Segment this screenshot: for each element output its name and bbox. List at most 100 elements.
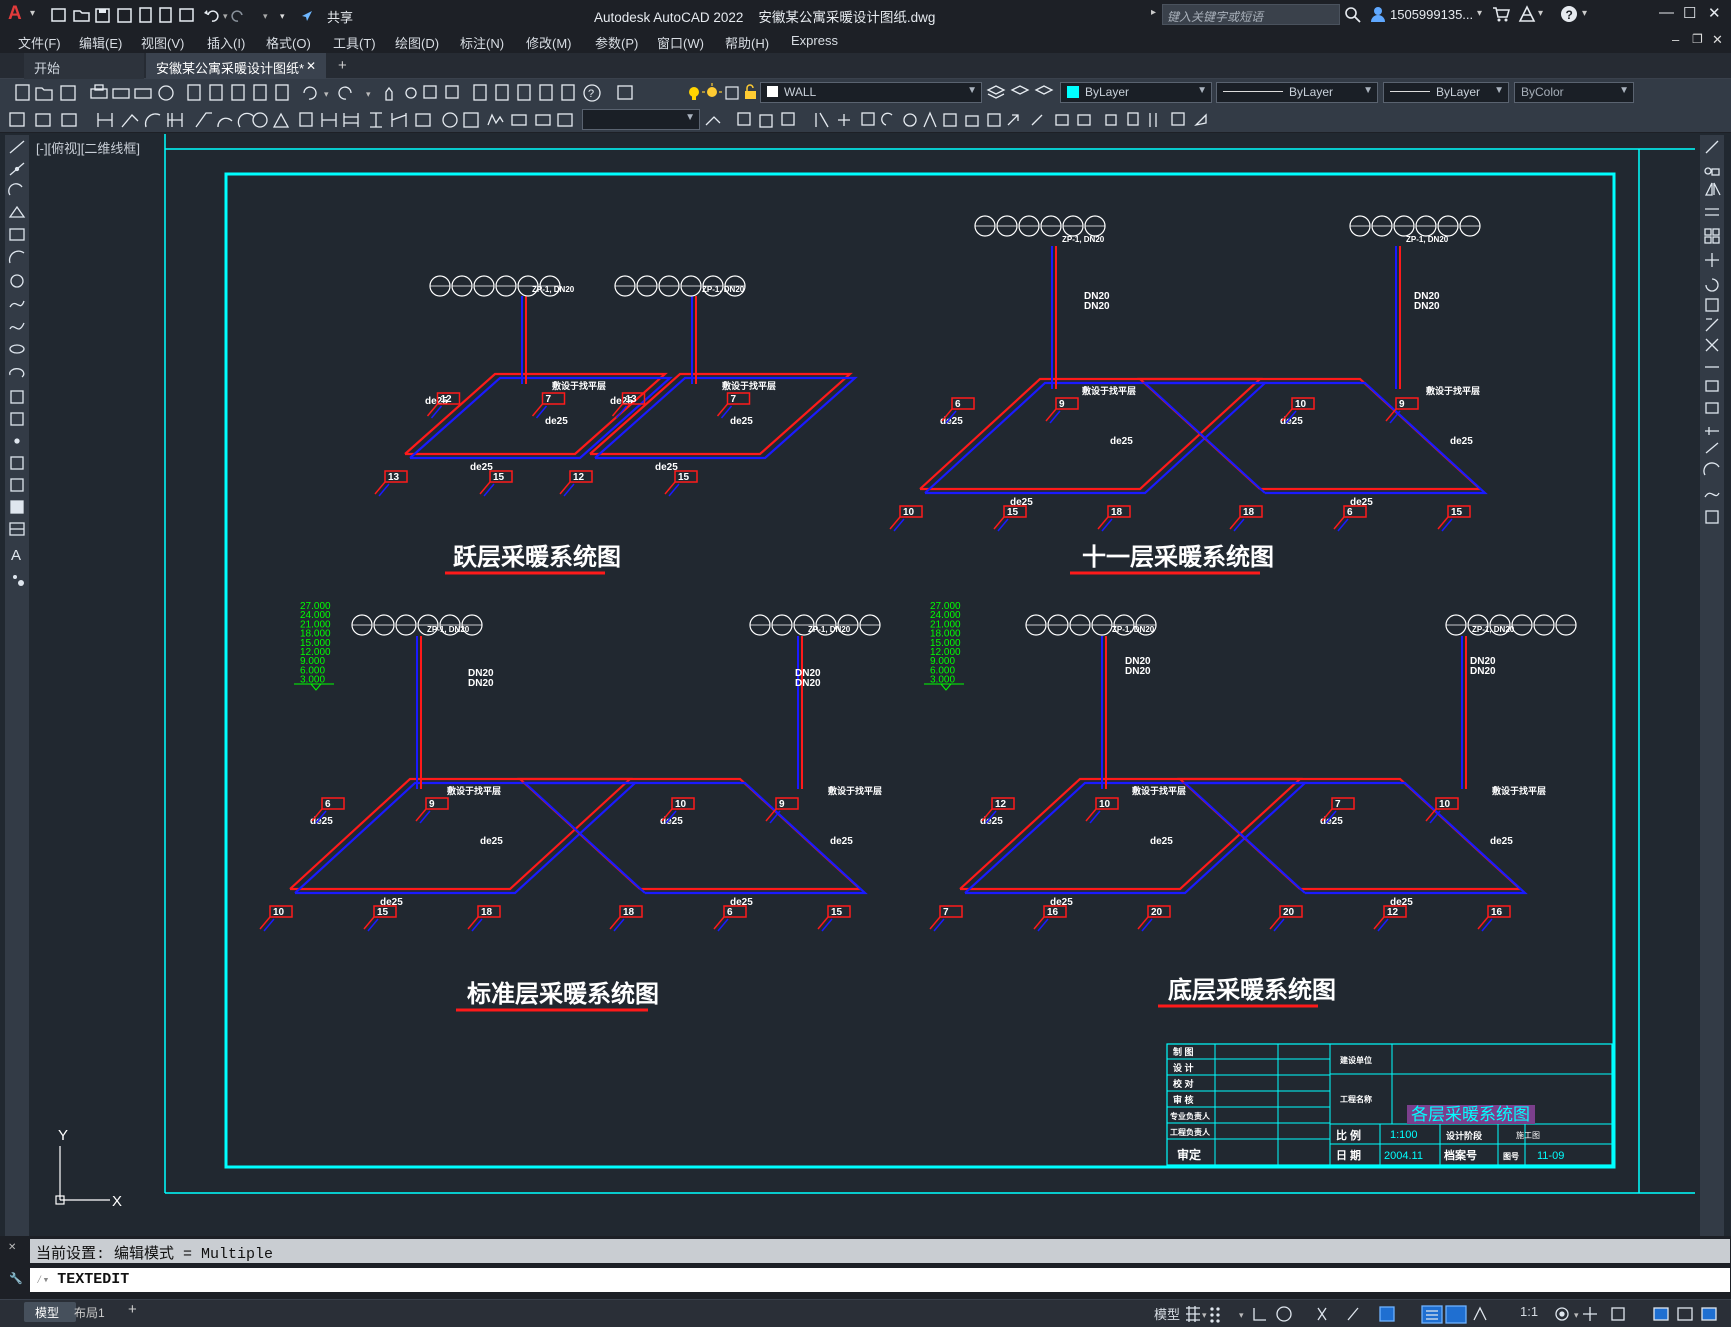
- menu-modify[interactable]: 修改(M): [526, 33, 572, 52]
- lineweight-dropdown[interactable]: ByLayer ▼: [1383, 82, 1509, 103]
- command-close-icon[interactable]: ✕: [8, 1242, 16, 1253]
- title-bottom-left: 标准层采暖系统图: [467, 980, 659, 1008]
- radiator-branch: [1389, 410, 1401, 424]
- layer-dropdown[interactable]: WALL ▼: [760, 82, 982, 103]
- doc-close-button[interactable]: ✕: [1712, 32, 1723, 48]
- modify-tool-icons[interactable]: [1700, 135, 1724, 535]
- plotstyle-dropdown[interactable]: ByColor ▼: [1514, 82, 1634, 103]
- tb-client-label: 建设单位: [1339, 1055, 1372, 1065]
- menu-edit[interactable]: 编辑(E): [79, 33, 122, 52]
- layer-tools-icons[interactable]: [984, 82, 1056, 103]
- help-chevron-icon[interactable]: ▾: [1582, 8, 1587, 19]
- user-icon[interactable]: [1370, 6, 1386, 22]
- pipe-label: de25: [940, 416, 963, 427]
- doc-restore-button[interactable]: ❐: [1692, 32, 1703, 46]
- dimstyle-dropdown[interactable]: ▼: [582, 109, 700, 130]
- tab-start[interactable]: 开始: [24, 53, 144, 79]
- menu-express[interactable]: Express: [791, 33, 838, 48]
- dimension-tool-icons[interactable]: [6, 109, 578, 130]
- user-name[interactable]: 1505999135...: [1390, 7, 1473, 22]
- app-menu-chevron-icon[interactable]: ▾: [30, 8, 35, 19]
- menu-bar: 文件(F) 编辑(E) 视图(V) 插入(I) 格式(O) 工具(T) 绘图(D…: [0, 29, 1731, 53]
- svg-text:▾: ▾: [1574, 1310, 1579, 1320]
- tb-stage-label: 设计阶段: [1446, 1130, 1483, 1141]
- radiator-number: 18: [1243, 507, 1255, 518]
- command-prompt-icon: ⁄▾: [36, 1275, 50, 1287]
- menu-parametric[interactable]: 参数(P): [595, 33, 638, 52]
- tb-label-review: 审 核: [1173, 1094, 1194, 1105]
- command-input[interactable]: ⁄▾ TEXTEDIT: [30, 1268, 1730, 1292]
- riser-label: ZP-1, DN20: [1406, 235, 1449, 244]
- radiator-number: 12: [1387, 907, 1399, 918]
- pipe-label: de25: [660, 816, 683, 827]
- ucs-x-label: X: [112, 1193, 122, 1210]
- tab-model[interactable]: 模型: [24, 1302, 76, 1322]
- user-menu-chevron-icon[interactable]: ▾: [1477, 8, 1482, 19]
- close-button[interactable]: ✕: [1708, 4, 1721, 22]
- menu-dimension[interactable]: 标注(N): [460, 33, 504, 52]
- new-tab-button[interactable]: +: [338, 57, 347, 74]
- radiator-branch: [363, 916, 375, 930]
- radiator-number: 10: [1439, 799, 1451, 810]
- layer-state-icons[interactable]: [684, 82, 764, 103]
- radiator-number: 12: [441, 394, 453, 405]
- doc-minimize-button[interactable]: –: [1672, 32, 1679, 47]
- radiator-number: 7: [1335, 799, 1341, 810]
- menu-view[interactable]: 视图(V): [141, 33, 184, 52]
- radiator-number: 10: [273, 907, 285, 918]
- tb-scale-value: 1:100: [1390, 1129, 1418, 1141]
- menu-insert[interactable]: 插入(I): [207, 33, 245, 52]
- color-value: ByLayer: [1085, 85, 1130, 99]
- app-menu-chevron-icon[interactable]: ▾: [1538, 8, 1543, 19]
- radiator-branch: [378, 483, 390, 497]
- tab-close-icon[interactable]: ✕: [306, 59, 316, 73]
- status-right-icons[interactable]: ▾: [1552, 1304, 1727, 1324]
- annotation-scale[interactable]: 1:1: [1520, 1304, 1538, 1319]
- model-space-toggle[interactable]: 模型: [1154, 1304, 1180, 1323]
- share-button[interactable]: 共享: [327, 7, 353, 26]
- modify-tool-icons[interactable]: [704, 109, 1214, 130]
- autocad-logo-icon[interactable]: A: [8, 3, 22, 25]
- menu-file[interactable]: 文件(F): [18, 33, 61, 52]
- command-customize-icon[interactable]: 🔧: [9, 1272, 23, 1285]
- menu-tools[interactable]: 工具(T): [333, 33, 376, 52]
- radiator-number: 20: [1283, 907, 1295, 918]
- add-layout-button[interactable]: +: [128, 1301, 137, 1318]
- lineweight-sample-icon: [1390, 91, 1430, 92]
- pipe-label: de25: [545, 416, 568, 427]
- radiator-branch: [1101, 518, 1113, 532]
- radiator-branch: [713, 916, 725, 930]
- standard-tool-icons[interactable]: ? ▾ ▾: [6, 82, 666, 103]
- title-top-left: 跃层采暖系统图: [453, 543, 621, 571]
- minimize-button[interactable]: —: [1659, 4, 1674, 21]
- maximize-button[interactable]: ☐: [1683, 4, 1696, 22]
- menu-window[interactable]: 窗口(W): [657, 33, 704, 52]
- quick-access-toolbar[interactable]: ▾ ▾ ▾: [50, 5, 320, 25]
- radiator-branch: [415, 808, 427, 822]
- draw-tool-icons[interactable]: A: [5, 135, 29, 595]
- expand-search-chevron-icon[interactable]: ▸: [1151, 7, 1156, 18]
- svg-text:▾: ▾: [1202, 1310, 1207, 1320]
- ucs-y-label: Y: [58, 1127, 68, 1144]
- menu-draw[interactable]: 绘图(D): [395, 33, 439, 52]
- tab-document[interactable]: 安徽某公寓采暖设计图纸* ✕: [146, 53, 326, 79]
- cart-icon[interactable]: [1492, 6, 1510, 22]
- search-input[interactable]: 键入关键字或短语: [1162, 4, 1340, 25]
- supply-pipe: [1177, 777, 1523, 891]
- command-input-value: TEXTEDIT: [57, 1271, 130, 1288]
- help-icon[interactable]: ?: [1560, 5, 1578, 23]
- menu-format[interactable]: 格式(O): [266, 33, 311, 52]
- tab-layout1[interactable]: 布局1: [74, 1304, 105, 1321]
- search-icon[interactable]: [1345, 7, 1361, 23]
- color-dropdown[interactable]: ByLayer ▼: [1060, 82, 1212, 103]
- draw-toolbar: A: [5, 135, 29, 1236]
- menu-help[interactable]: 帮助(H): [725, 33, 769, 52]
- radiator-branch: [997, 518, 1009, 532]
- linetype-dropdown[interactable]: ByLayer ▼: [1216, 82, 1378, 103]
- radiator-branch: [1229, 516, 1241, 530]
- autodesk-app-icon[interactable]: [1518, 5, 1536, 23]
- radiator-branch: [716, 403, 729, 417]
- radiator-branch: [1049, 410, 1061, 424]
- drawing-canvas[interactable]: [-][俯视][二维线框] ZP-1, DN20 de25 de25 de25 敷设于找…: [30, 134, 1699, 1236]
- ucs-icon: [55, 1146, 110, 1205]
